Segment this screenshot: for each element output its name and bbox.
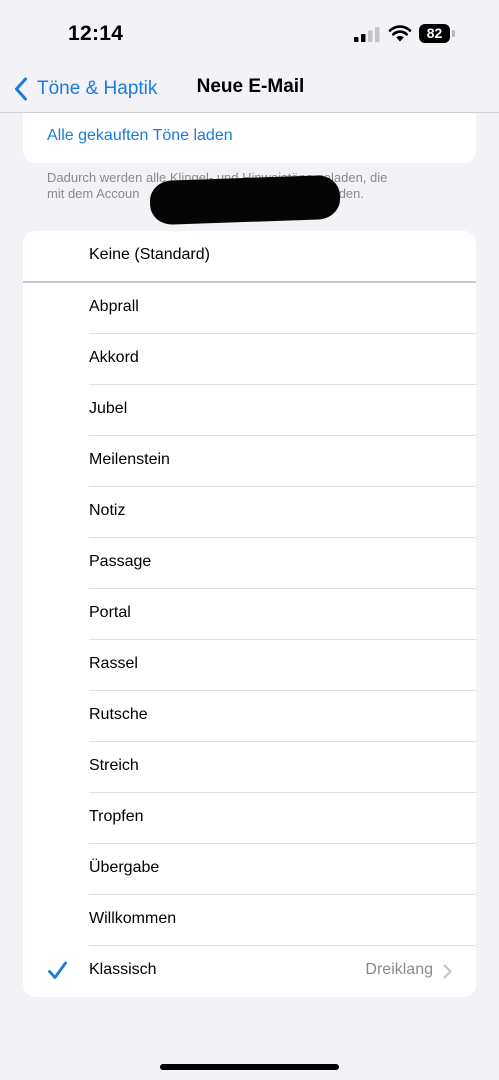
tone-label: Passage: [89, 553, 152, 570]
tone-label: Rutsche: [89, 706, 148, 723]
wifi-icon: [388, 25, 412, 42]
tone-row[interactable]: Rutsche: [23, 691, 476, 742]
download-card: Alle gekauften Töne laden: [23, 113, 476, 163]
cellular-signal-icon: [354, 27, 380, 42]
tone-label: Übergabe: [89, 859, 160, 876]
tone-row[interactable]: Übergabe: [23, 844, 476, 895]
tone-row[interactable]: Jubel: [23, 385, 476, 436]
tone-label: Streich: [89, 757, 139, 774]
tone-label: Tropfen: [89, 808, 144, 825]
page-title: Neue E-Mail: [196, 76, 305, 97]
battery-tip: [452, 30, 455, 37]
tone-row-classic[interactable]: Klassisch Dreiklang: [23, 946, 476, 997]
tone-row[interactable]: Akkord: [23, 334, 476, 385]
tone-row[interactable]: Portal: [23, 589, 476, 640]
tone-label: Notiz: [89, 502, 126, 519]
tone-label: Willkommen: [89, 910, 177, 927]
tone-label: Akkord: [89, 349, 139, 366]
tone-row[interactable]: Rassel: [23, 640, 476, 691]
tone-label: Rassel: [89, 655, 138, 672]
battery-level: 82: [419, 24, 450, 43]
tone-label: Keine (Standard): [89, 246, 210, 263]
battery-icon: 82: [419, 24, 457, 43]
tones-list: Keine (Standard) Abprall Akkord Jubel Me…: [23, 231, 476, 997]
tone-row[interactable]: Tropfen: [23, 793, 476, 844]
status-bar: 12:14 82: [0, 0, 499, 66]
footnote-line-2-start: mit dem Accoun: [47, 186, 140, 201]
tone-row[interactable]: Meilenstein: [23, 436, 476, 487]
classic-selected-value: Dreiklang: [365, 961, 433, 978]
tone-row[interactable]: Streich: [23, 742, 476, 793]
tone-label: Klassisch: [89, 961, 157, 978]
tone-label: Jubel: [89, 400, 128, 417]
tone-label: Portal: [89, 604, 131, 621]
redaction-mark: [149, 174, 341, 226]
tone-row[interactable]: Willkommen: [23, 895, 476, 946]
checkmark-icon: [48, 961, 67, 979]
download-all-tones-link[interactable]: Alle gekauften Töne laden: [47, 127, 233, 145]
tone-row[interactable]: Notiz: [23, 487, 476, 538]
tone-row[interactable]: Abprall: [23, 283, 476, 334]
tone-label: Abprall: [89, 298, 139, 315]
tone-label: Meilenstein: [89, 451, 170, 468]
tone-row-none[interactable]: Keine (Standard): [23, 231, 476, 283]
status-time: 12:14: [68, 22, 124, 45]
navigation-bar: Töne & Haptik Neue E-Mail: [0, 66, 499, 113]
chevron-right-icon: [443, 964, 452, 979]
tone-row[interactable]: Passage: [23, 538, 476, 589]
home-indicator[interactable]: [160, 1064, 339, 1070]
